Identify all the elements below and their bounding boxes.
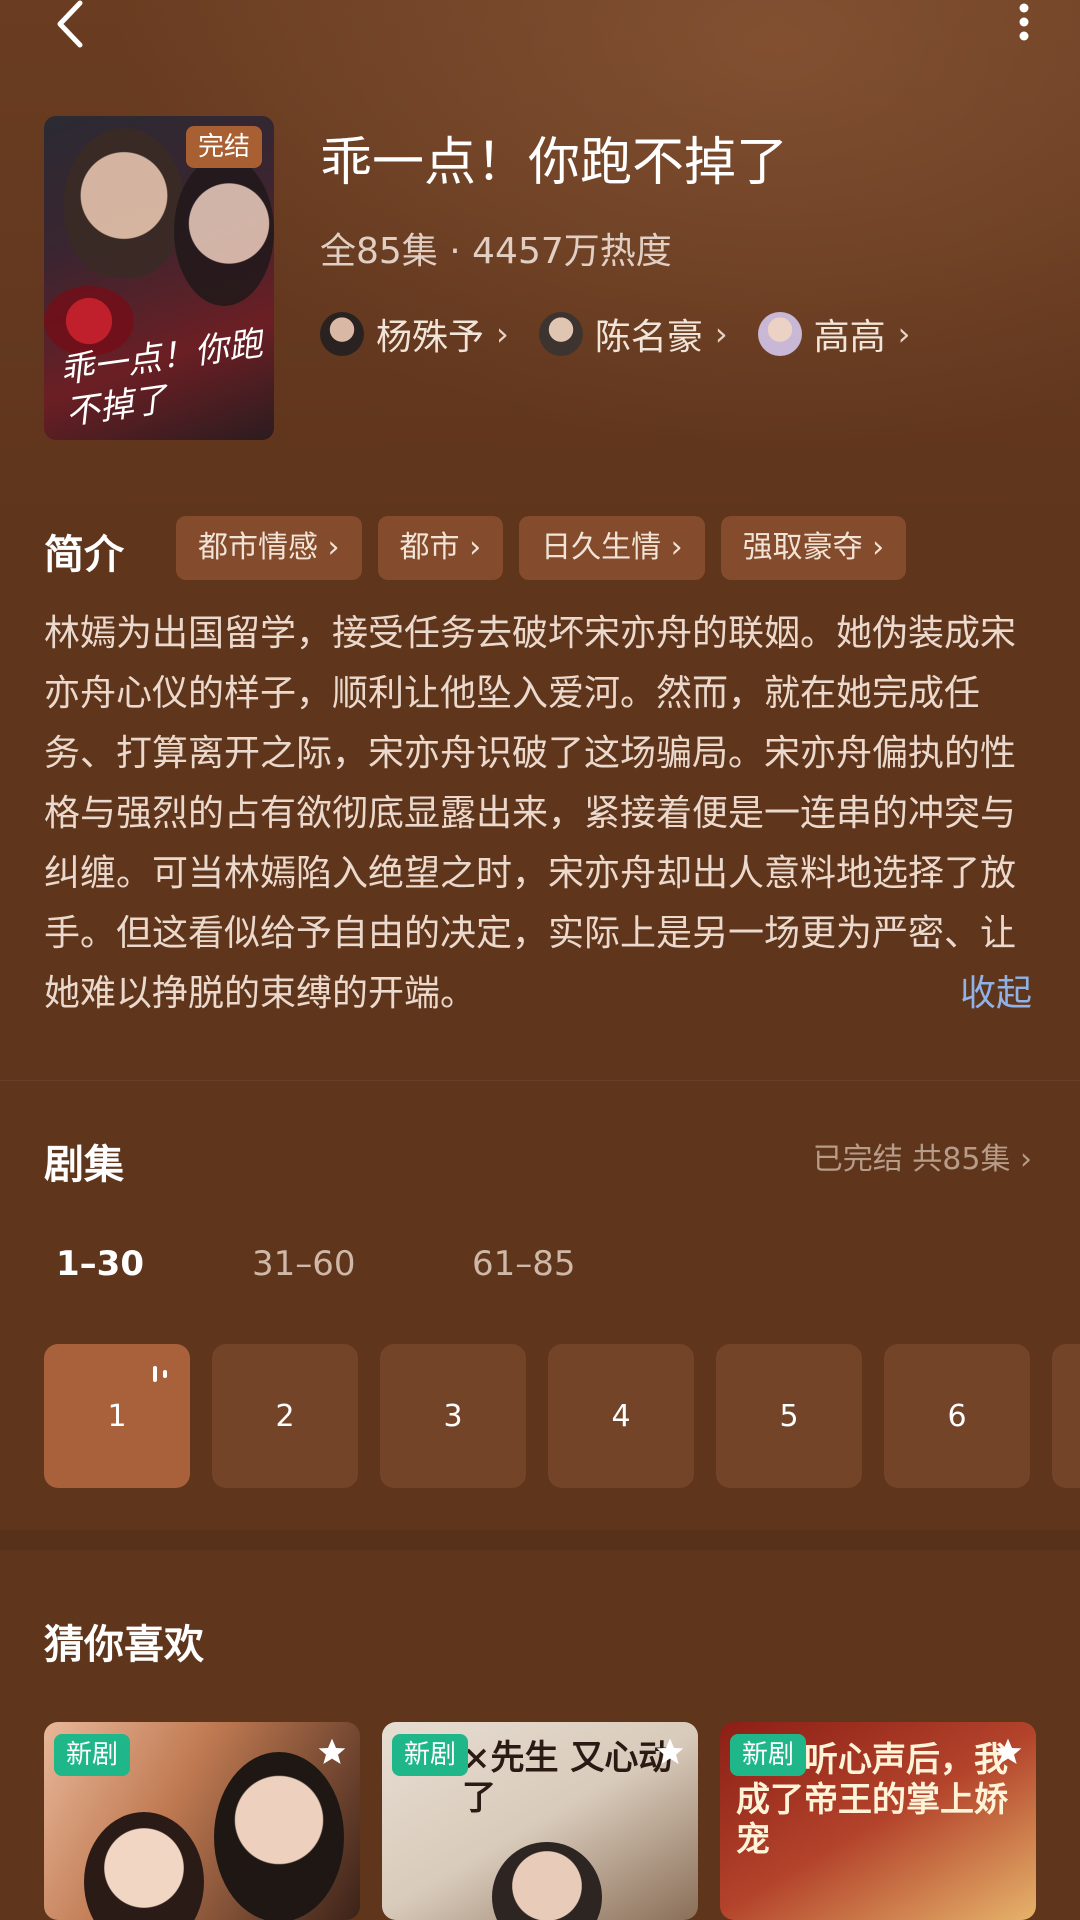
cast-list: 杨殊予 › 陈名豪 › 高高 › — [320, 308, 910, 360]
cast-item[interactable]: 陈名豪 › — [538, 308, 728, 360]
chevron-right-icon: › — [496, 315, 509, 353]
more-icon[interactable] — [1004, 0, 1044, 44]
drama-title: 乖一点！你跑不掉了 — [320, 133, 789, 193]
tab-range-2[interactable]: 31–60 — [252, 1244, 472, 1284]
tab-range-3[interactable]: 61–85 — [472, 1244, 692, 1284]
episode-button[interactable]: 1 — [44, 1344, 190, 1488]
star-icon[interactable] — [316, 1736, 348, 1768]
genre-tags: 都市情感 › 都市 › 日久生情 › 强取豪夺 › — [176, 516, 907, 580]
cast-name: 杨殊予 — [376, 317, 485, 358]
poster-figure — [492, 1842, 602, 1920]
episode-grid: 1 2 3 4 5 6 — [44, 1344, 1080, 1488]
divider — [0, 1080, 1080, 1081]
drama-meta: 全85集 · 4457万热度 — [320, 231, 672, 272]
cast-name: 陈名豪 — [594, 317, 703, 358]
chevron-right-icon: › — [897, 315, 911, 353]
star-icon[interactable] — [654, 1736, 686, 1768]
recommend-label: 猜你喜欢 — [44, 1622, 204, 1668]
genre-tag[interactable]: 都市 › — [377, 516, 504, 580]
episode-button-partial[interactable] — [1052, 1344, 1080, 1488]
episode-button[interactable]: 6 — [884, 1344, 1030, 1488]
chevron-right-icon: › — [714, 315, 728, 353]
recommend-card[interactable]: ×先生 又心动了 新剧 — [382, 1722, 698, 1920]
poster-figure — [214, 1752, 344, 1920]
genre-tag[interactable]: 强取豪夺 › — [720, 516, 907, 580]
section-divider — [0, 1530, 1080, 1550]
episodes-status[interactable]: 已完结 共85集 › — [813, 1134, 1032, 1178]
new-badge: 新剧 — [54, 1734, 131, 1776]
poster-figure — [84, 1812, 204, 1920]
status-badge: 完结 — [186, 126, 263, 168]
genre-tag[interactable]: 都市情感 › — [176, 516, 362, 580]
episode-button[interactable]: 2 — [212, 1344, 358, 1488]
genre-tag[interactable]: 日久生情 › — [519, 516, 705, 580]
intro-label: 简介 — [44, 532, 124, 578]
episode-button[interactable]: 5 — [716, 1344, 862, 1488]
recommend-card[interactable]: 被偷听心声后，我成了帝王的掌上娇宠 新剧 — [720, 1722, 1036, 1920]
tab-range-1[interactable]: 1–30 — [56, 1244, 252, 1284]
cast-name: 高高 — [813, 317, 886, 358]
episode-button[interactable]: 4 — [548, 1344, 694, 1488]
poster-figure — [174, 156, 274, 306]
poster-figure — [64, 128, 184, 278]
recommend-title: ×先生 又心动了 — [462, 1738, 673, 1818]
star-icon[interactable] — [992, 1736, 1024, 1768]
episode-range-tabs: 1–30 31–60 61–85 — [56, 1244, 692, 1284]
avatar — [757, 312, 802, 356]
avatar — [320, 312, 364, 356]
synopsis-text: 林嫣为出国留学，接受任务去破坏宋亦舟的联姻。她伪装成宋亦舟心仪的样子，顺利让他坠… — [44, 613, 1017, 1014]
new-badge: 新剧 — [392, 1734, 469, 1776]
collapse-button[interactable]: 收起 — [960, 964, 1032, 1016]
back-icon[interactable] — [40, 0, 100, 54]
cast-item[interactable]: 高高 › — [757, 308, 911, 360]
new-badge: 新剧 — [730, 1734, 807, 1776]
recommend-card[interactable]: 新剧 — [44, 1722, 360, 1920]
recommend-list: 新剧 ×先生 又心动了 新剧 被偷听心声后，我成了帝王的掌上娇宠 新剧 — [44, 1722, 1036, 1920]
cast-item[interactable]: 杨殊予 › — [320, 308, 509, 360]
episode-button[interactable]: 3 — [380, 1344, 526, 1488]
playing-icon — [153, 1366, 167, 1382]
episodes-label: 剧集 — [44, 1142, 124, 1188]
avatar — [538, 312, 583, 356]
